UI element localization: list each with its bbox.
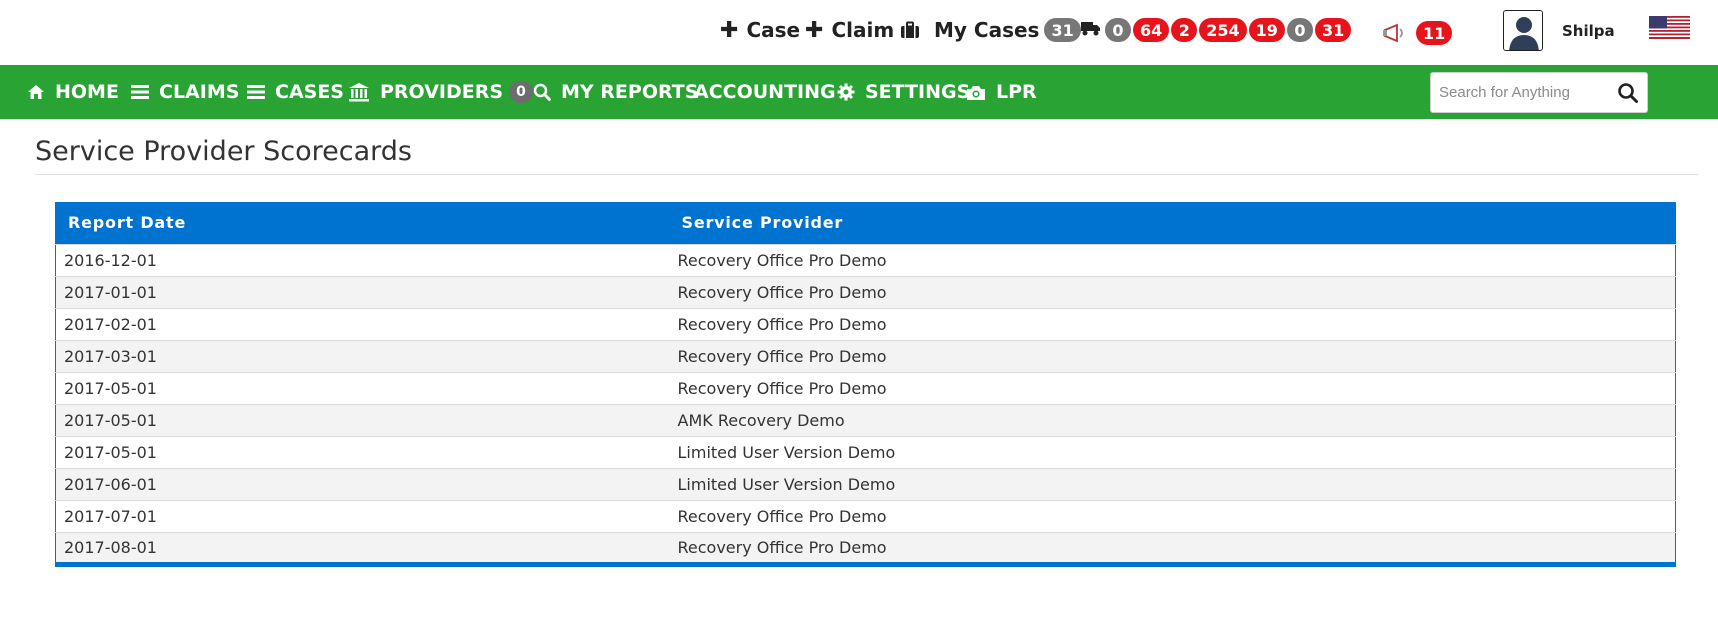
cell-report-date[interactable]: 2017-06-01	[55, 467, 670, 500]
cell-report-date[interactable]: 2017-05-01	[55, 371, 670, 404]
cell-service-provider[interactable]: Recovery Office Pro Demo	[669, 243, 1676, 276]
truck-status-badges: 0 64 2 254 19 0 31	[1105, 18, 1352, 42]
cell-report-date[interactable]: 2017-02-01	[55, 307, 670, 340]
cell-service-provider[interactable]: Recovery Office Pro Demo	[669, 531, 1676, 564]
megaphone-icon	[1383, 23, 1403, 43]
cell-report-date[interactable]: 2017-03-01	[55, 339, 670, 372]
table-row[interactable]: 2017-05-01 Recovery Office Pro Demo	[55, 371, 1676, 404]
cell-service-provider[interactable]: Recovery Office Pro Demo	[669, 275, 1676, 308]
add-claim-label: Claim	[831, 18, 895, 42]
user-silhouette-icon	[1509, 17, 1539, 50]
bars-icon	[247, 85, 265, 99]
add-claim-button[interactable]: ✚ Claim	[805, 14, 894, 46]
announcements-button[interactable]: 11	[1382, 17, 1453, 49]
column-header-service-provider[interactable]: Service Provider	[669, 202, 1676, 244]
table-body: 2016-12-01 Recovery Office Pro Demo 2017-0…	[55, 243, 1676, 564]
nav-my-reports[interactable]: MY REPORTS	[533, 65, 698, 119]
table-row[interactable]: 2017-02-01 Recovery Office Pro Demo	[55, 307, 1676, 340]
nav-settings[interactable]: SETTINGS	[837, 65, 970, 119]
divider	[35, 174, 1698, 175]
cell-service-provider[interactable]: Recovery Office Pro Demo	[669, 307, 1676, 340]
nav-accounting-label: ACCOUNTING	[694, 81, 836, 103]
plus-icon: ✚	[720, 17, 739, 43]
nav-claims[interactable]: CLAIMS	[131, 65, 239, 119]
plus-icon: ✚	[805, 17, 824, 43]
cell-service-provider[interactable]: Limited User Version Demo	[669, 435, 1676, 468]
nav-providers-label: PROVIDERS	[380, 81, 504, 103]
nav-cases[interactable]: CASES	[247, 65, 344, 119]
nav-accounting[interactable]: ACCOUNTING	[694, 65, 836, 119]
nav-lpr[interactable]: LPR	[966, 65, 1037, 119]
cell-service-provider[interactable]: Recovery Office Pro Demo	[669, 339, 1676, 372]
camera-icon	[967, 85, 985, 100]
cell-report-date[interactable]: 2016-12-01	[55, 243, 670, 276]
table-row[interactable]: 2017-06-01 Limited User Version Demo	[55, 467, 1676, 500]
cell-service-provider[interactable]: Limited User Version Demo	[669, 467, 1676, 500]
cell-report-date[interactable]: 2017-05-01	[55, 435, 670, 468]
nav-home[interactable]: HOME	[27, 65, 119, 119]
column-header-report-date[interactable]: Report Date	[55, 202, 670, 244]
username[interactable]: Shilpa	[1562, 22, 1615, 40]
cell-report-date[interactable]: 2017-01-01	[55, 275, 670, 308]
add-case-label: Case	[746, 18, 801, 42]
cell-service-provider[interactable]: Recovery Office Pro Demo	[669, 371, 1676, 404]
bars-icon	[131, 85, 149, 99]
truck-icon[interactable]	[1081, 19, 1101, 37]
my-cases-label: My Cases	[934, 18, 1040, 42]
table-row[interactable]: 2017-05-01 AMK Recovery Demo	[55, 403, 1676, 436]
search-icon	[533, 83, 551, 101]
bank-icon	[349, 83, 369, 102]
status-badge[interactable]: 64	[1133, 18, 1170, 42]
announcements-count-badge: 11	[1416, 21, 1453, 45]
status-badge[interactable]: 2	[1171, 18, 1198, 42]
search-box	[1430, 72, 1648, 113]
cell-report-date[interactable]: 2017-08-01	[55, 531, 670, 564]
my-cases-button[interactable]: My Cases 31	[900, 14, 1081, 46]
nav-claims-label: CLAIMS	[159, 81, 240, 103]
my-cases-count-badge: 31	[1044, 18, 1081, 42]
nav-cases-label: CASES	[275, 81, 344, 103]
scorecards-table-wrap: Report Date Service Provider 2016-12-01 R…	[55, 202, 1676, 567]
table-row[interactable]: 2017-07-01 Recovery Office Pro Demo	[55, 499, 1676, 532]
page-title: Service Provider Scorecards	[35, 136, 412, 167]
cell-report-date[interactable]: 2017-07-01	[55, 499, 670, 532]
avatar[interactable]	[1503, 10, 1543, 51]
nav-my-reports-label: MY REPORTS	[561, 81, 699, 103]
top-bar: ✚ Case ✚ Claim My Cases 31 0 64 2 254 19…	[0, 0, 1718, 65]
cell-report-date[interactable]: 2017-05-01	[55, 403, 670, 436]
nav-home-label: HOME	[55, 81, 119, 103]
cell-service-provider[interactable]: Recovery Office Pro Demo	[669, 499, 1676, 532]
cell-service-provider[interactable]: AMK Recovery Demo	[669, 403, 1676, 436]
table-header-row: Report Date Service Provider	[55, 202, 1676, 244]
home-icon	[28, 85, 44, 99]
nav-providers[interactable]: PROVIDERS 0	[348, 65, 534, 119]
status-badge[interactable]: 0	[1105, 18, 1131, 42]
table-row[interactable]: 2017-03-01 Recovery Office Pro Demo	[55, 339, 1676, 372]
add-case-button[interactable]: ✚ Case	[720, 14, 800, 46]
gear-icon	[837, 83, 855, 101]
scorecards-table: Report Date Service Provider 2016-12-01 R…	[55, 202, 1676, 567]
providers-count-badge: 0	[509, 81, 534, 103]
us-flag-icon[interactable]	[1649, 16, 1690, 39]
nav-settings-label: SETTINGS	[865, 81, 971, 103]
status-badge[interactable]: 0	[1286, 18, 1313, 42]
table-row[interactable]: 2017-08-01 Recovery Office Pro Demo	[55, 531, 1676, 564]
table-row[interactable]: 2016-12-01 Recovery Office Pro Demo	[55, 243, 1676, 276]
nav-lpr-label: LPR	[996, 81, 1037, 103]
status-badge[interactable]: 254	[1199, 18, 1247, 42]
briefcase-icon	[901, 21, 919, 38]
table-row[interactable]: 2017-05-01 Limited User Version Demo	[55, 435, 1676, 468]
search-input[interactable]	[1431, 73, 1611, 112]
table-row[interactable]: 2017-01-01 Recovery Office Pro Demo	[55, 275, 1676, 308]
status-badge[interactable]: 19	[1248, 18, 1285, 42]
status-badge[interactable]: 31	[1314, 18, 1352, 42]
search-icon[interactable]	[1617, 82, 1639, 104]
